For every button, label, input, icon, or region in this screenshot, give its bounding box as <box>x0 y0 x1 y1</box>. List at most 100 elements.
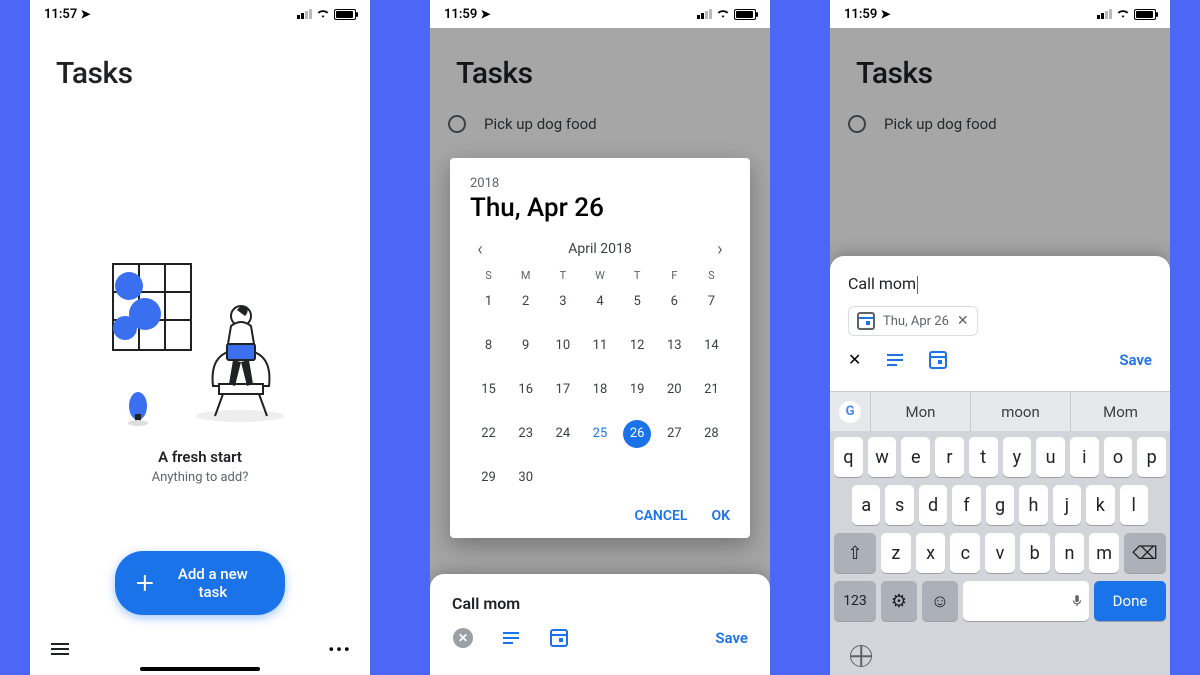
key-j[interactable]: j <box>1053 485 1081 525</box>
key-y[interactable]: y <box>1003 437 1032 477</box>
day-cell[interactable]: 18 <box>581 376 618 404</box>
key-p[interactable]: p <box>1137 437 1166 477</box>
wifi-icon <box>1116 7 1130 21</box>
task-checkbox[interactable] <box>848 115 866 133</box>
status-bar: 11:59 ➤ <box>830 0 1170 28</box>
day-cell[interactable]: 5 <box>619 288 656 316</box>
day-cell[interactable]: 29 <box>470 464 507 492</box>
illustration <box>105 256 295 426</box>
key-v[interactable]: v <box>985 533 1015 573</box>
task-checkbox[interactable] <box>448 115 466 133</box>
key-a[interactable]: a <box>852 485 880 525</box>
calendar-icon <box>857 312 875 330</box>
status-bar: 11:57 ➤ <box>30 0 370 28</box>
save-button[interactable]: Save <box>715 629 748 647</box>
key-o[interactable]: o <box>1104 437 1133 477</box>
day-cell[interactable]: 26 <box>623 420 651 448</box>
day-cell[interactable]: 6 <box>656 288 693 316</box>
suggestion[interactable]: moon <box>970 392 1070 431</box>
date-chip[interactable]: Thu, Apr 26 ✕ <box>848 306 978 336</box>
key-l[interactable]: l <box>1120 485 1148 525</box>
key-q[interactable]: q <box>834 437 863 477</box>
day-cell[interactable]: 9 <box>507 332 544 360</box>
chip-remove-icon[interactable]: ✕ <box>957 313 969 329</box>
date-icon[interactable] <box>929 351 947 369</box>
day-cell[interactable]: 8 <box>470 332 507 360</box>
google-icon[interactable]: G <box>830 401 870 423</box>
day-cell[interactable]: 24 <box>544 420 581 448</box>
suggestion[interactable]: Mom <box>1070 392 1170 431</box>
picker-date: Thu, Apr 26 <box>470 193 730 223</box>
key-k[interactable]: k <box>1086 485 1114 525</box>
day-cell[interactable]: 3 <box>544 288 581 316</box>
day-cell[interactable]: 1 <box>470 288 507 316</box>
key-r[interactable]: r <box>935 437 964 477</box>
cancel-button[interactable]: CANCEL <box>634 508 687 524</box>
day-cell[interactable]: 20 <box>656 376 693 404</box>
menu-icon[interactable] <box>48 637 72 661</box>
day-cell[interactable]: 4 <box>581 288 618 316</box>
key-f[interactable]: f <box>952 485 980 525</box>
add-task-sheet: Call mom ✕ Save <box>430 574 770 675</box>
prev-month-button[interactable]: ‹ <box>470 239 490 259</box>
more-icon[interactable]: ••• <box>328 637 352 661</box>
day-cell[interactable]: 7 <box>693 288 730 316</box>
key-space[interactable] <box>963 581 1089 621</box>
key-b[interactable]: b <box>1020 533 1050 573</box>
key-w[interactable]: w <box>868 437 897 477</box>
key-x[interactable]: x <box>916 533 946 573</box>
picker-year[interactable]: 2018 <box>470 176 730 191</box>
suggestion[interactable]: Mon <box>870 392 970 431</box>
key-n[interactable]: n <box>1055 533 1085 573</box>
key-d[interactable]: d <box>919 485 947 525</box>
key-h[interactable]: h <box>1019 485 1047 525</box>
add-task-button[interactable]: Add a new task <box>115 551 285 615</box>
day-cell[interactable]: 10 <box>544 332 581 360</box>
key-symbols[interactable]: 123 <box>834 581 876 621</box>
ok-button[interactable]: OK <box>711 508 730 524</box>
dismiss-button[interactable]: ✕ <box>452 627 474 649</box>
dismiss-button[interactable]: ✕ <box>848 350 861 369</box>
day-cell[interactable]: 17 <box>544 376 581 404</box>
key-t[interactable]: t <box>969 437 998 477</box>
day-cell[interactable]: 22 <box>470 420 507 448</box>
key-backspace[interactable]: ⌫ <box>1124 533 1166 573</box>
day-cell[interactable]: 28 <box>693 420 730 448</box>
key-c[interactable]: c <box>950 533 980 573</box>
day-cell[interactable]: 16 <box>507 376 544 404</box>
next-month-button[interactable]: › <box>710 239 730 259</box>
day-cell[interactable]: 21 <box>693 376 730 404</box>
task-title-input[interactable]: Call mom <box>452 594 748 613</box>
key-m[interactable]: m <box>1089 533 1119 573</box>
globe-icon[interactable] <box>850 645 872 667</box>
task-title-input[interactable]: Call mom <box>848 274 1152 294</box>
details-icon[interactable] <box>500 627 522 649</box>
day-cell[interactable]: 19 <box>619 376 656 404</box>
key-i[interactable]: i <box>1070 437 1099 477</box>
task-row[interactable]: Pick up dog food <box>830 105 1170 143</box>
key-shift[interactable]: ⇧ <box>834 533 876 573</box>
task-row[interactable]: Pick up dog food <box>430 105 770 143</box>
day-cell[interactable]: 27 <box>656 420 693 448</box>
day-cell[interactable]: 15 <box>470 376 507 404</box>
day-cell[interactable]: 12 <box>619 332 656 360</box>
day-cell[interactable]: 23 <box>507 420 544 448</box>
details-icon[interactable] <box>887 359 903 361</box>
key-z[interactable]: z <box>881 533 911 573</box>
day-cell[interactable]: 14 <box>693 332 730 360</box>
day-cell[interactable]: 30 <box>507 464 544 492</box>
date-icon[interactable] <box>548 627 570 649</box>
key-settings[interactable]: ⚙ <box>881 581 917 621</box>
day-cell[interactable]: 13 <box>656 332 693 360</box>
day-cell[interactable]: 11 <box>581 332 618 360</box>
day-cell[interactable]: 25 <box>581 420 618 448</box>
key-g[interactable]: g <box>986 485 1014 525</box>
day-cell[interactable]: 2 <box>507 288 544 316</box>
key-done[interactable]: Done <box>1094 581 1166 621</box>
key-emoji[interactable]: ☺ <box>922 581 958 621</box>
key-e[interactable]: e <box>901 437 930 477</box>
key-u[interactable]: u <box>1036 437 1065 477</box>
key-s[interactable]: s <box>885 485 913 525</box>
status-time: 11:59 ➤ <box>844 7 891 22</box>
save-button[interactable]: Save <box>1119 351 1152 369</box>
